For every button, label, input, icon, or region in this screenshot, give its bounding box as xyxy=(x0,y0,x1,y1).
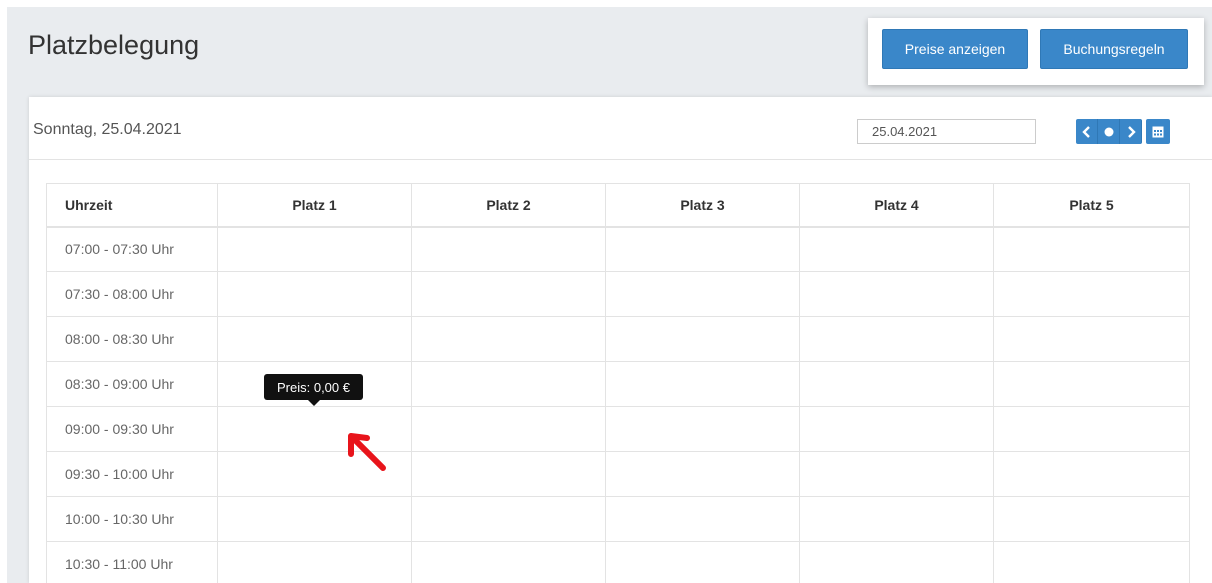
slot-cell[interactable] xyxy=(993,271,1190,317)
slot-cell[interactable] xyxy=(411,451,606,497)
column-header-court-1: Platz 1 xyxy=(217,183,412,227)
slot-cell[interactable] xyxy=(799,541,994,583)
time-slot-label: 07:00 - 07:30 Uhr xyxy=(46,226,218,272)
slot-cell[interactable] xyxy=(799,271,994,317)
time-slot-label: 07:30 - 08:00 Uhr xyxy=(46,271,218,317)
slot-cell[interactable] xyxy=(605,271,800,317)
slot-cell[interactable] xyxy=(605,496,800,542)
slot-cell[interactable] xyxy=(993,406,1190,452)
schedule-toolbar: Sonntag, 25.04.2021 xyxy=(29,97,1212,160)
time-slot-label: 10:30 - 11:00 Uhr xyxy=(46,541,218,583)
slot-cell[interactable] xyxy=(411,316,606,362)
time-slot-label: 08:00 - 08:30 Uhr xyxy=(46,316,218,362)
slot-cell[interactable] xyxy=(217,226,412,272)
slot-cell[interactable] xyxy=(411,226,606,272)
column-header-court-3: Platz 3 xyxy=(605,183,800,227)
slot-cell[interactable] xyxy=(799,361,994,407)
time-slot-label: 09:30 - 10:00 Uhr xyxy=(46,451,218,497)
slot-cell[interactable] xyxy=(605,406,800,452)
time-slot-label: 08:30 - 09:00 Uhr xyxy=(46,361,218,407)
slot-cell[interactable] xyxy=(217,496,412,542)
slot-cell[interactable] xyxy=(605,226,800,272)
slot-cell[interactable] xyxy=(799,451,994,497)
slot-cell[interactable] xyxy=(217,316,412,362)
slot-cell[interactable] xyxy=(605,541,800,583)
slot-cell[interactable] xyxy=(217,271,412,317)
table-row: 07:30 - 08:00 Uhr xyxy=(46,271,1190,317)
slot-cell[interactable] xyxy=(799,496,994,542)
date-navigation xyxy=(1076,119,1170,144)
slot-cell[interactable] xyxy=(799,316,994,362)
booking-rules-button[interactable]: Buchungsregeln xyxy=(1040,29,1188,69)
column-header-court-2: Platz 2 xyxy=(411,183,606,227)
slot-cell[interactable] xyxy=(217,541,412,583)
column-header-time: Uhrzeit xyxy=(46,183,218,227)
red-arrow-annotation-icon xyxy=(348,433,386,471)
slot-cell[interactable] xyxy=(993,226,1190,272)
slot-cell[interactable] xyxy=(411,496,606,542)
price-tooltip: Preis: 0,00 € xyxy=(264,374,363,406)
header-button-group: Preise anzeigen Buchungsregeln xyxy=(868,18,1204,85)
slot-cell[interactable] xyxy=(411,361,606,407)
slot-cell[interactable] xyxy=(799,226,994,272)
chevron-right-icon[interactable] xyxy=(1120,119,1142,144)
column-header-court-4: Platz 4 xyxy=(799,183,994,227)
slot-cell[interactable] xyxy=(993,541,1190,583)
table-row: 08:30 - 09:00 Uhr xyxy=(46,361,1190,407)
table-row: 07:00 - 07:30 Uhr xyxy=(46,226,1190,272)
calendar-icon[interactable] xyxy=(1146,119,1170,144)
chevron-left-icon[interactable] xyxy=(1076,119,1098,144)
time-slot-label: 10:00 - 10:30 Uhr xyxy=(46,496,218,542)
day-label: Sonntag, 25.04.2021 xyxy=(33,121,182,138)
schedule-panel: Sonntag, 25.04.2021 25.04.2021 Uhrzeit P… xyxy=(29,97,1212,583)
show-prices-button[interactable]: Preise anzeigen xyxy=(882,29,1028,69)
slot-cell[interactable] xyxy=(993,496,1190,542)
circle-today-icon[interactable] xyxy=(1098,119,1120,144)
table-row: 10:00 - 10:30 Uhr xyxy=(46,496,1190,542)
table-row: 10:30 - 11:00 Uhr xyxy=(46,541,1190,583)
slot-cell[interactable] xyxy=(605,361,800,407)
table-header-row: Uhrzeit Platz 1 Platz 2 Platz 3 Platz 4 … xyxy=(46,183,1190,227)
table-row: 09:00 - 09:30 Uhr xyxy=(46,406,1190,452)
slot-cell[interactable] xyxy=(605,451,800,497)
slot-cell[interactable] xyxy=(993,316,1190,362)
slot-cell[interactable] xyxy=(605,316,800,362)
slot-cell[interactable] xyxy=(993,451,1190,497)
slot-cell[interactable] xyxy=(411,541,606,583)
table-row: 09:30 - 10:00 Uhr xyxy=(46,451,1190,497)
date-input[interactable] xyxy=(857,119,1036,144)
page-title: Platzbelegung xyxy=(28,30,200,60)
table-row: 08:00 - 08:30 Uhr xyxy=(46,316,1190,362)
schedule-table: Uhrzeit Platz 1 Platz 2 Platz 3 Platz 4 … xyxy=(46,183,1190,583)
column-header-court-5: Platz 5 xyxy=(993,183,1190,227)
slot-cell[interactable] xyxy=(411,271,606,317)
time-slot-label: 09:00 - 09:30 Uhr xyxy=(46,406,218,452)
slot-cell[interactable] xyxy=(799,406,994,452)
slot-cell[interactable] xyxy=(993,361,1190,407)
slot-cell[interactable] xyxy=(411,406,606,452)
